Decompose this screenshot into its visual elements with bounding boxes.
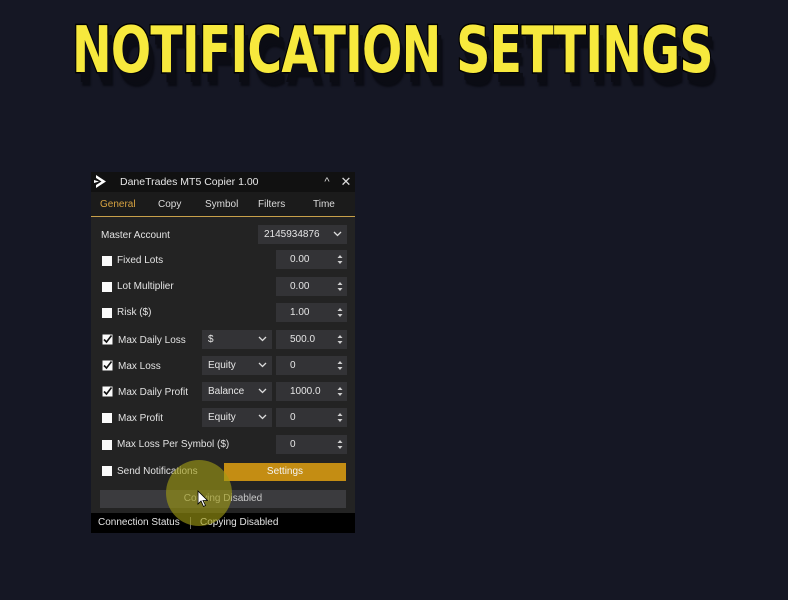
spinner-arrows-icon[interactable]	[337, 333, 343, 346]
max-daily-profit-checkbox[interactable]	[102, 386, 113, 397]
max-daily-profit-mode-dropdown[interactable]: Balance	[202, 382, 272, 401]
spinner-arrows-icon[interactable]	[337, 438, 343, 451]
fixed-lots-label: Fixed Lots	[117, 255, 164, 266]
spinner-arrows-icon[interactable]	[337, 359, 343, 372]
checkmark-icon	[102, 386, 113, 397]
max-daily-loss-label: Max Daily Loss	[118, 335, 186, 346]
max-loss-label: Max Loss	[118, 361, 161, 372]
copier-window: DaneTrades MT5 Copier 1.00 ^ ✕ General C…	[91, 172, 355, 533]
chevron-down-icon	[258, 362, 267, 368]
max-daily-loss-mode-value: $	[208, 334, 214, 345]
max-loss-mode-value: Equity	[208, 360, 236, 371]
max-daily-profit-input[interactable]: 1000.0	[276, 382, 347, 401]
spinner-arrows-icon[interactable]	[337, 280, 343, 293]
chevron-down-icon	[258, 414, 267, 420]
max-profit-mode-value: Equity	[208, 412, 236, 423]
tab-general[interactable]: General	[100, 199, 136, 210]
copying-status-text: Copying Disabled	[200, 517, 279, 528]
fixed-lots-checkbox[interactable]	[102, 256, 112, 266]
master-account-dropdown[interactable]: 2145934876	[258, 225, 347, 244]
play-arrow-logo-icon	[94, 175, 106, 188]
connection-status-label: Connection Status	[98, 517, 180, 528]
max-daily-profit-value: 1000.0	[290, 386, 321, 397]
max-profit-value: 0	[290, 412, 296, 423]
max-profit-input[interactable]: 0	[276, 408, 347, 427]
lot-multiplier-value: 0.00	[290, 281, 310, 292]
spinner-arrows-icon[interactable]	[337, 385, 343, 398]
copying-toggle-button[interactable]: Copying Disabled	[100, 490, 346, 508]
checkmark-icon	[102, 334, 113, 345]
send-notifications-checkbox[interactable]	[102, 466, 112, 476]
max-daily-loss-input[interactable]: 500.0	[276, 330, 347, 349]
max-profit-label: Max Profit	[118, 413, 164, 424]
max-loss-per-symbol-label: Max Loss Per Symbol ($)	[117, 439, 230, 450]
headline-title: NOTIFICATION SETTINGS	[71, 13, 715, 90]
risk-input[interactable]: 1.00	[276, 303, 347, 322]
fixed-lots-value: 0.00	[290, 254, 310, 265]
max-loss-input[interactable]: 0	[276, 356, 347, 375]
max-daily-loss-value: 500.0	[290, 334, 316, 345]
max-loss-per-symbol-checkbox[interactable]	[102, 440, 112, 450]
tab-time[interactable]: Time	[313, 199, 335, 210]
close-button[interactable]: ✕	[339, 174, 353, 189]
tab-symbol[interactable]: Symbol	[205, 199, 238, 210]
tab-copy[interactable]: Copy	[158, 199, 181, 210]
fixed-lots-input[interactable]: 0.00	[276, 250, 347, 269]
collapse-button[interactable]: ^	[320, 174, 334, 189]
lot-multiplier-checkbox[interactable]	[102, 282, 112, 292]
chevron-down-icon	[333, 231, 342, 237]
max-loss-mode-dropdown[interactable]: Equity	[202, 356, 272, 375]
max-daily-loss-checkbox[interactable]	[102, 334, 113, 345]
max-loss-per-symbol-value: 0	[290, 439, 296, 450]
max-profit-mode-dropdown[interactable]: Equity	[202, 408, 272, 427]
risk-checkbox[interactable]	[102, 308, 112, 318]
max-loss-per-symbol-input[interactable]: 0	[276, 435, 347, 454]
spinner-arrows-icon[interactable]	[337, 411, 343, 424]
notification-settings-button[interactable]: Settings	[224, 463, 346, 481]
tab-filters[interactable]: Filters	[258, 199, 285, 210]
lot-multiplier-label: Lot Multiplier	[117, 281, 174, 292]
max-daily-loss-mode-dropdown[interactable]: $	[202, 330, 272, 349]
max-daily-profit-label: Max Daily Profit	[118, 387, 189, 398]
max-loss-value: 0	[290, 360, 296, 371]
window-title: DaneTrades MT5 Copier 1.00	[120, 176, 259, 188]
chevron-down-icon	[258, 336, 267, 342]
lot-multiplier-input[interactable]: 0.00	[276, 277, 347, 296]
chevron-down-icon	[258, 388, 267, 394]
status-separator	[190, 517, 191, 529]
max-loss-checkbox[interactable]	[102, 360, 113, 371]
status-bar: Connection Status Copying Disabled	[91, 513, 355, 533]
max-daily-profit-mode-value: Balance	[208, 386, 245, 397]
spinner-arrows-icon[interactable]	[337, 306, 343, 319]
risk-label: Risk ($)	[117, 307, 152, 318]
checkmark-icon	[102, 360, 113, 371]
risk-value: 1.00	[290, 307, 310, 318]
send-notifications-label: Send Notifications	[117, 466, 198, 477]
master-account-label: Master Account	[101, 230, 170, 241]
spinner-arrows-icon[interactable]	[337, 253, 343, 266]
master-account-value: 2145934876	[264, 229, 320, 240]
title-bar[interactable]: DaneTrades MT5 Copier 1.00 ^ ✕	[91, 172, 355, 192]
tab-bar: General Copy Symbol Filters Time	[91, 192, 355, 217]
max-profit-checkbox[interactable]	[102, 413, 112, 423]
